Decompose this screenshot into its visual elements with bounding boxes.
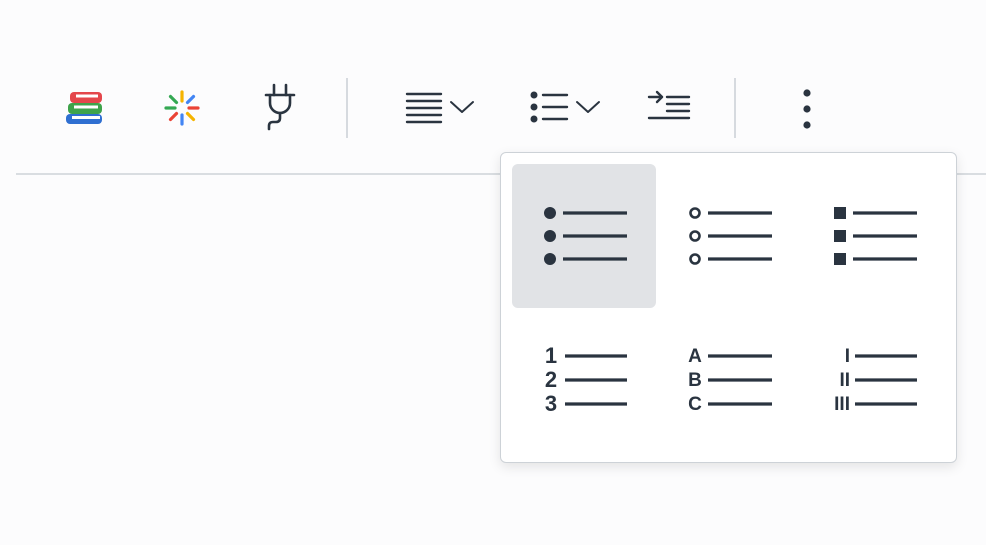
list-marker: II	[839, 370, 850, 391]
align-justify-icon	[405, 92, 443, 124]
sparkle-icon	[164, 90, 200, 126]
list-style-option-square[interactable]	[802, 164, 946, 308]
plug-icon	[264, 83, 296, 131]
list-marker: B	[688, 370, 702, 391]
decimal-list-icon: 1 2 3	[545, 343, 627, 416]
toolbar-separator	[346, 78, 348, 138]
upper-roman-list-icon: I II III	[834, 346, 917, 415]
list-marker: C	[688, 394, 702, 415]
more-vertical-icon	[803, 89, 811, 129]
sparkle-button[interactable]	[156, 82, 208, 134]
list-style-option-upper-roman[interactable]: I II III	[802, 309, 946, 453]
list-style-option-decimal[interactable]: 1 2 3	[512, 309, 656, 453]
chevron-down-icon	[450, 101, 474, 113]
plug-button[interactable]	[252, 78, 308, 134]
list-style-option-circle[interactable]	[657, 164, 801, 308]
chevron-down-icon	[576, 101, 600, 113]
list-marker: 1	[545, 343, 557, 368]
list-marker: 2	[545, 367, 557, 392]
list-style-option-disc[interactable]	[512, 164, 656, 308]
list-marker: III	[834, 394, 850, 415]
list-style-option-upper-alpha[interactable]: A B C	[657, 309, 801, 453]
bulleted-list-icon	[530, 91, 569, 123]
indent-button[interactable]	[640, 82, 696, 132]
list-marker: A	[688, 346, 702, 367]
more-options-button[interactable]	[782, 82, 832, 132]
toolbar-separator	[734, 78, 736, 138]
list-marker: I	[845, 346, 850, 367]
editor-toolbar	[16, 0, 986, 175]
bulleted-list-dropdown-button[interactable]	[516, 82, 612, 132]
alignment-dropdown-button[interactable]	[392, 82, 486, 132]
list-marker: 3	[545, 391, 557, 416]
list-style-menu: 1 2 3 A B C I II III	[500, 152, 957, 463]
square-list-icon	[834, 207, 917, 265]
book-stack-button[interactable]	[56, 82, 112, 134]
circle-list-icon	[689, 207, 772, 265]
book-stack-icon	[66, 92, 102, 124]
upper-alpha-list-icon: A B C	[688, 346, 772, 415]
disc-list-icon	[544, 207, 627, 265]
indent-icon	[647, 90, 691, 120]
